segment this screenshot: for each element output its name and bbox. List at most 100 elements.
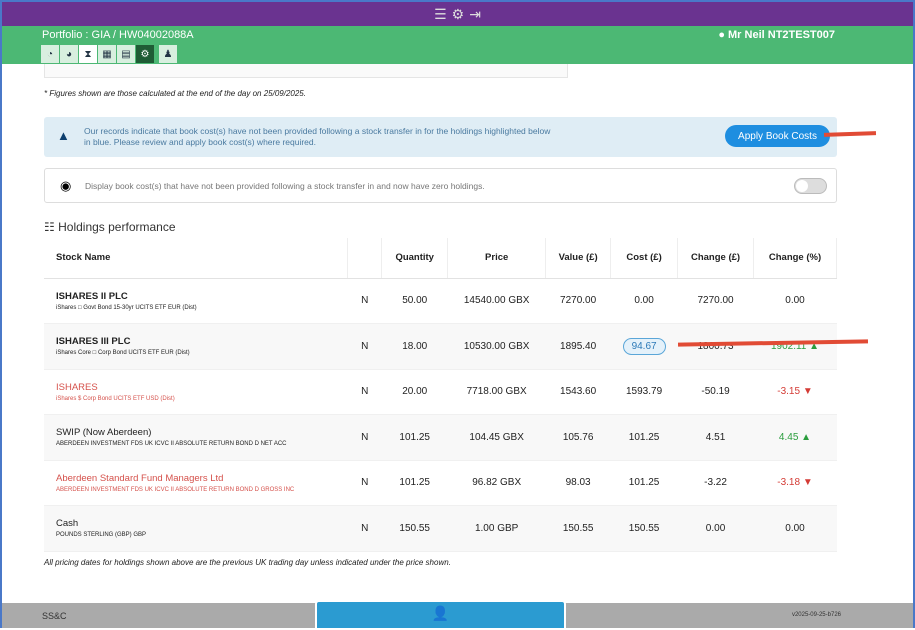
person-icon[interactable]: ♟	[159, 45, 177, 63]
model-panel	[44, 64, 568, 78]
stock-name: Aberdeen Standard Fund Managers Ltd	[56, 472, 224, 484]
user-search-icon: 👤	[431, 605, 450, 621]
arrow-up-icon: ▲	[798, 431, 812, 443]
stock-name: ISHARES	[56, 381, 98, 393]
column-header[interactable]: Stock Name	[44, 238, 349, 279]
stock-description: ABERDEEN INVESTMENT FDS UK ICVC II ABSOL…	[56, 441, 287, 448]
price: 10530.00 GBX	[447, 323, 546, 370]
flag: N	[347, 414, 382, 461]
zero-holdings-toggle-panel: ◉ Display book cost(s) that have not bee…	[44, 168, 837, 203]
column-header[interactable]: Quantity	[381, 238, 449, 279]
change-pct: 4.45	[778, 431, 799, 443]
change-pct-cell: -3.15 ▼	[753, 369, 837, 415]
change: -3.22	[677, 460, 754, 506]
value: 150.55	[545, 505, 611, 552]
zero-holdings-toggle[interactable]	[794, 178, 827, 194]
brand: SS&C	[42, 611, 67, 621]
flag: N	[347, 369, 382, 415]
quantity: 150.55	[381, 505, 448, 552]
gear-icon[interactable]: ⚙	[452, 6, 465, 23]
menu-icon[interactable]: ☰	[434, 6, 447, 23]
stock-name: SWIP (Now Aberdeen)	[56, 427, 152, 439]
change-pct: 0.00	[785, 295, 805, 307]
value: 105.76	[545, 414, 611, 461]
stock-name: ISHARES II PLC	[56, 290, 128, 302]
stock-description: POUNDS STERLING (GBP) GBP	[56, 532, 147, 539]
flag: N	[347, 323, 382, 370]
table-header: Stock Name Quantity Price Value (£) Cost (£)…	[44, 238, 837, 279]
value: 1543.60	[545, 369, 611, 415]
change-pct: 0.00	[785, 522, 805, 534]
advisor-search-button[interactable]: 👤	[315, 600, 566, 630]
value: 1895.40	[545, 323, 611, 370]
book-cost-alert: ▲ Our records indicate that book cost(s)…	[44, 117, 837, 157]
column-header[interactable]: Price	[447, 238, 547, 279]
cost: 101.25	[628, 477, 660, 489]
quantity: 101.25	[381, 414, 448, 461]
value: 7270.00	[545, 278, 611, 324]
column-header[interactable]: Cost (£)	[610, 238, 679, 279]
settings-icon[interactable]: ⚙	[136, 45, 154, 63]
cost: 1593.79	[626, 386, 663, 398]
apply-book-costs-button[interactable]: Apply Book Costs	[725, 125, 830, 147]
transfer-icon[interactable]: ⧗	[79, 45, 97, 63]
column-header[interactable]: Change (£)	[677, 238, 755, 279]
price: 104.45 GBX	[447, 414, 546, 461]
table-row[interactable]: ISHARES III PLC iShares Core □ Corp Bond …	[44, 323, 837, 370]
stock-description: ABERDEEN INVESTMENT FDS UK ICVC II ABSOL…	[56, 486, 295, 493]
pie-icon[interactable]: ◕	[60, 45, 78, 63]
change-pct-cell: 1902.11 ▲	[753, 323, 837, 370]
version: v2025-09-25-b726	[791, 612, 841, 618]
holdings-title: ☷ Holdings performance	[44, 220, 176, 234]
cost-cell: 101.25	[610, 460, 678, 506]
flag: N	[347, 505, 382, 552]
stock-description: iShares $ Corp Bond UCITS ETF USD (Dist)	[56, 395, 175, 402]
cost-cell: 101.25	[610, 414, 678, 461]
change-pct-cell: 4.45 ▲	[753, 414, 837, 461]
table-row[interactable]: Cash POUNDS STERLING (GBP) GBP N 150.55 1…	[44, 505, 837, 552]
cost: 150.55	[628, 522, 660, 534]
table-row[interactable]: ISHARES II PLC iShares □ Govt Bond 15-30y…	[44, 278, 837, 324]
dashboard-icon[interactable]: ◔	[41, 45, 59, 63]
portfolio-bar: Portfolio : GIA / HW04002088A ● Mr Neil …	[2, 26, 913, 64]
table-row[interactable]: ISHARES iShares $ Corp Bond UCITS ETF USD…	[44, 369, 837, 415]
column-header[interactable]	[347, 238, 383, 279]
annotation-arrow	[823, 131, 877, 137]
column-header[interactable]: Value (£)	[545, 238, 612, 279]
statement-icon[interactable]: ▤	[117, 45, 135, 63]
value: 98.03	[545, 460, 611, 506]
price: 1.00 GBP	[447, 505, 546, 552]
list-icon: ☷	[44, 220, 55, 234]
alert-text: Our records indicate that book cost(s) h…	[84, 126, 551, 147]
top-bar: ☰ ⚙ ⇥	[2, 2, 913, 26]
cost: 101.25	[628, 431, 660, 443]
cost-cell: 0.00	[610, 278, 678, 324]
stock-name: Cash	[56, 518, 79, 530]
holdings-table: Stock Name Quantity Price Value (£) Cost (£)…	[44, 238, 837, 552]
table-row[interactable]: SWIP (Now Aberdeen) ABERDEEN INVESTMENT F…	[44, 414, 837, 461]
quantity: 50.00	[381, 278, 448, 324]
user-name-text: Mr Neil NT2TEST007	[728, 29, 835, 41]
price: 7718.00 GBX	[447, 369, 546, 415]
user-name[interactable]: ● Mr Neil NT2TEST007	[718, 29, 835, 41]
logout-icon[interactable]: ⇥	[469, 6, 481, 23]
quantity: 20.00	[381, 369, 448, 415]
column-header[interactable]: Change (%)	[753, 238, 837, 279]
pricing-note: All pricing dates for holdings shown abo…	[44, 558, 451, 567]
table-row[interactable]: Aberdeen Standard Fund Managers Ltd ABERD…	[44, 460, 837, 506]
change-pct: -3.18	[777, 477, 801, 489]
change: -50.19	[677, 369, 754, 415]
book-cost-input[interactable]: 94.67	[622, 337, 666, 355]
stock-description: iShares □ Govt Bond 15-30yr UCITS ETF EU…	[56, 304, 197, 311]
change: 7270.00	[677, 278, 754, 324]
change-pct-cell: 0.00	[753, 278, 837, 324]
figures-note: * Figures shown are those calculated at …	[44, 89, 306, 98]
change: 0.00	[677, 505, 754, 552]
stock-description: iShares Core □ Corp Bond UCITS ETF EUR (…	[56, 350, 190, 357]
change-pct: -3.15	[777, 386, 801, 398]
cost-cell: 94.67	[610, 323, 678, 370]
table-icon[interactable]: ▦	[98, 45, 116, 63]
cost: 0.00	[634, 295, 654, 307]
change-pct-cell: 0.00	[753, 505, 837, 552]
holdings-title-text: Holdings performance	[58, 220, 176, 234]
